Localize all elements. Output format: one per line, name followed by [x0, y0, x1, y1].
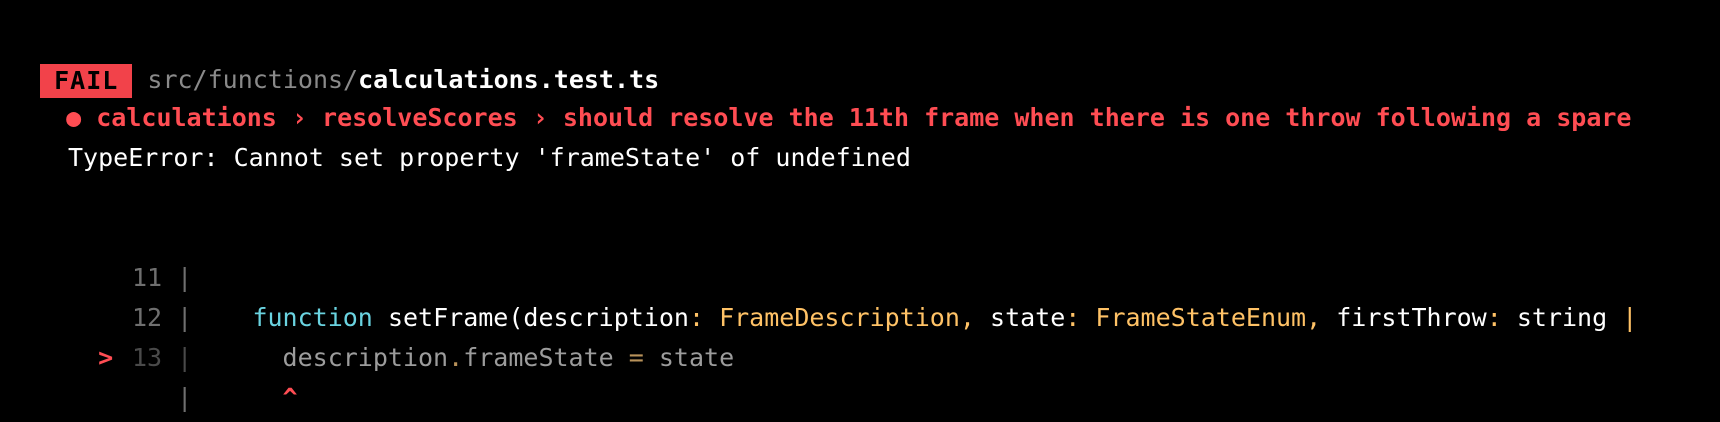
code-punct: ,	[959, 303, 991, 332]
code-punct: :	[1065, 303, 1096, 332]
code-punct: |	[1607, 303, 1638, 332]
code-line-12: 12 | function setFrame(description: Fram…	[68, 258, 1637, 332]
code-property: frameState	[463, 343, 614, 372]
sub-describe-name: resolveScores	[322, 103, 518, 132]
code-type: string	[1516, 303, 1608, 332]
test-name: should resolve the 11th frame when there…	[562, 103, 1632, 132]
fail-bullet-icon: ●	[66, 103, 82, 132]
title-separator: ›	[517, 103, 563, 132]
code-punct: :	[1486, 303, 1517, 332]
gutter-pipe: |	[177, 383, 193, 412]
code-operator: =	[613, 343, 659, 372]
code-punct: .	[448, 343, 464, 372]
test-title: ● calculations › resolveScores › should …	[36, 58, 1631, 132]
error-caret: ^	[282, 383, 298, 412]
code-punct: ,	[1306, 303, 1337, 332]
code-line-11: 11 |	[68, 218, 192, 292]
code-param: state	[990, 303, 1066, 332]
code-value: state	[658, 343, 735, 372]
caret-line: | ^	[68, 338, 297, 412]
title-separator: ›	[276, 103, 323, 132]
describe-name: calculations	[96, 103, 277, 132]
code-type: FrameStateEnum	[1095, 303, 1307, 332]
code-type: FrameDescription	[719, 303, 960, 332]
error-message: TypeError: Cannot set property 'frameSta…	[68, 143, 911, 172]
code-param: firstThrow	[1336, 303, 1487, 332]
code-object: description	[282, 343, 449, 372]
test-file-header: FAIL src/functions/calculations.test.ts	[10, 20, 659, 98]
code-line-13: >13 | description.frameState = state	[68, 298, 734, 372]
